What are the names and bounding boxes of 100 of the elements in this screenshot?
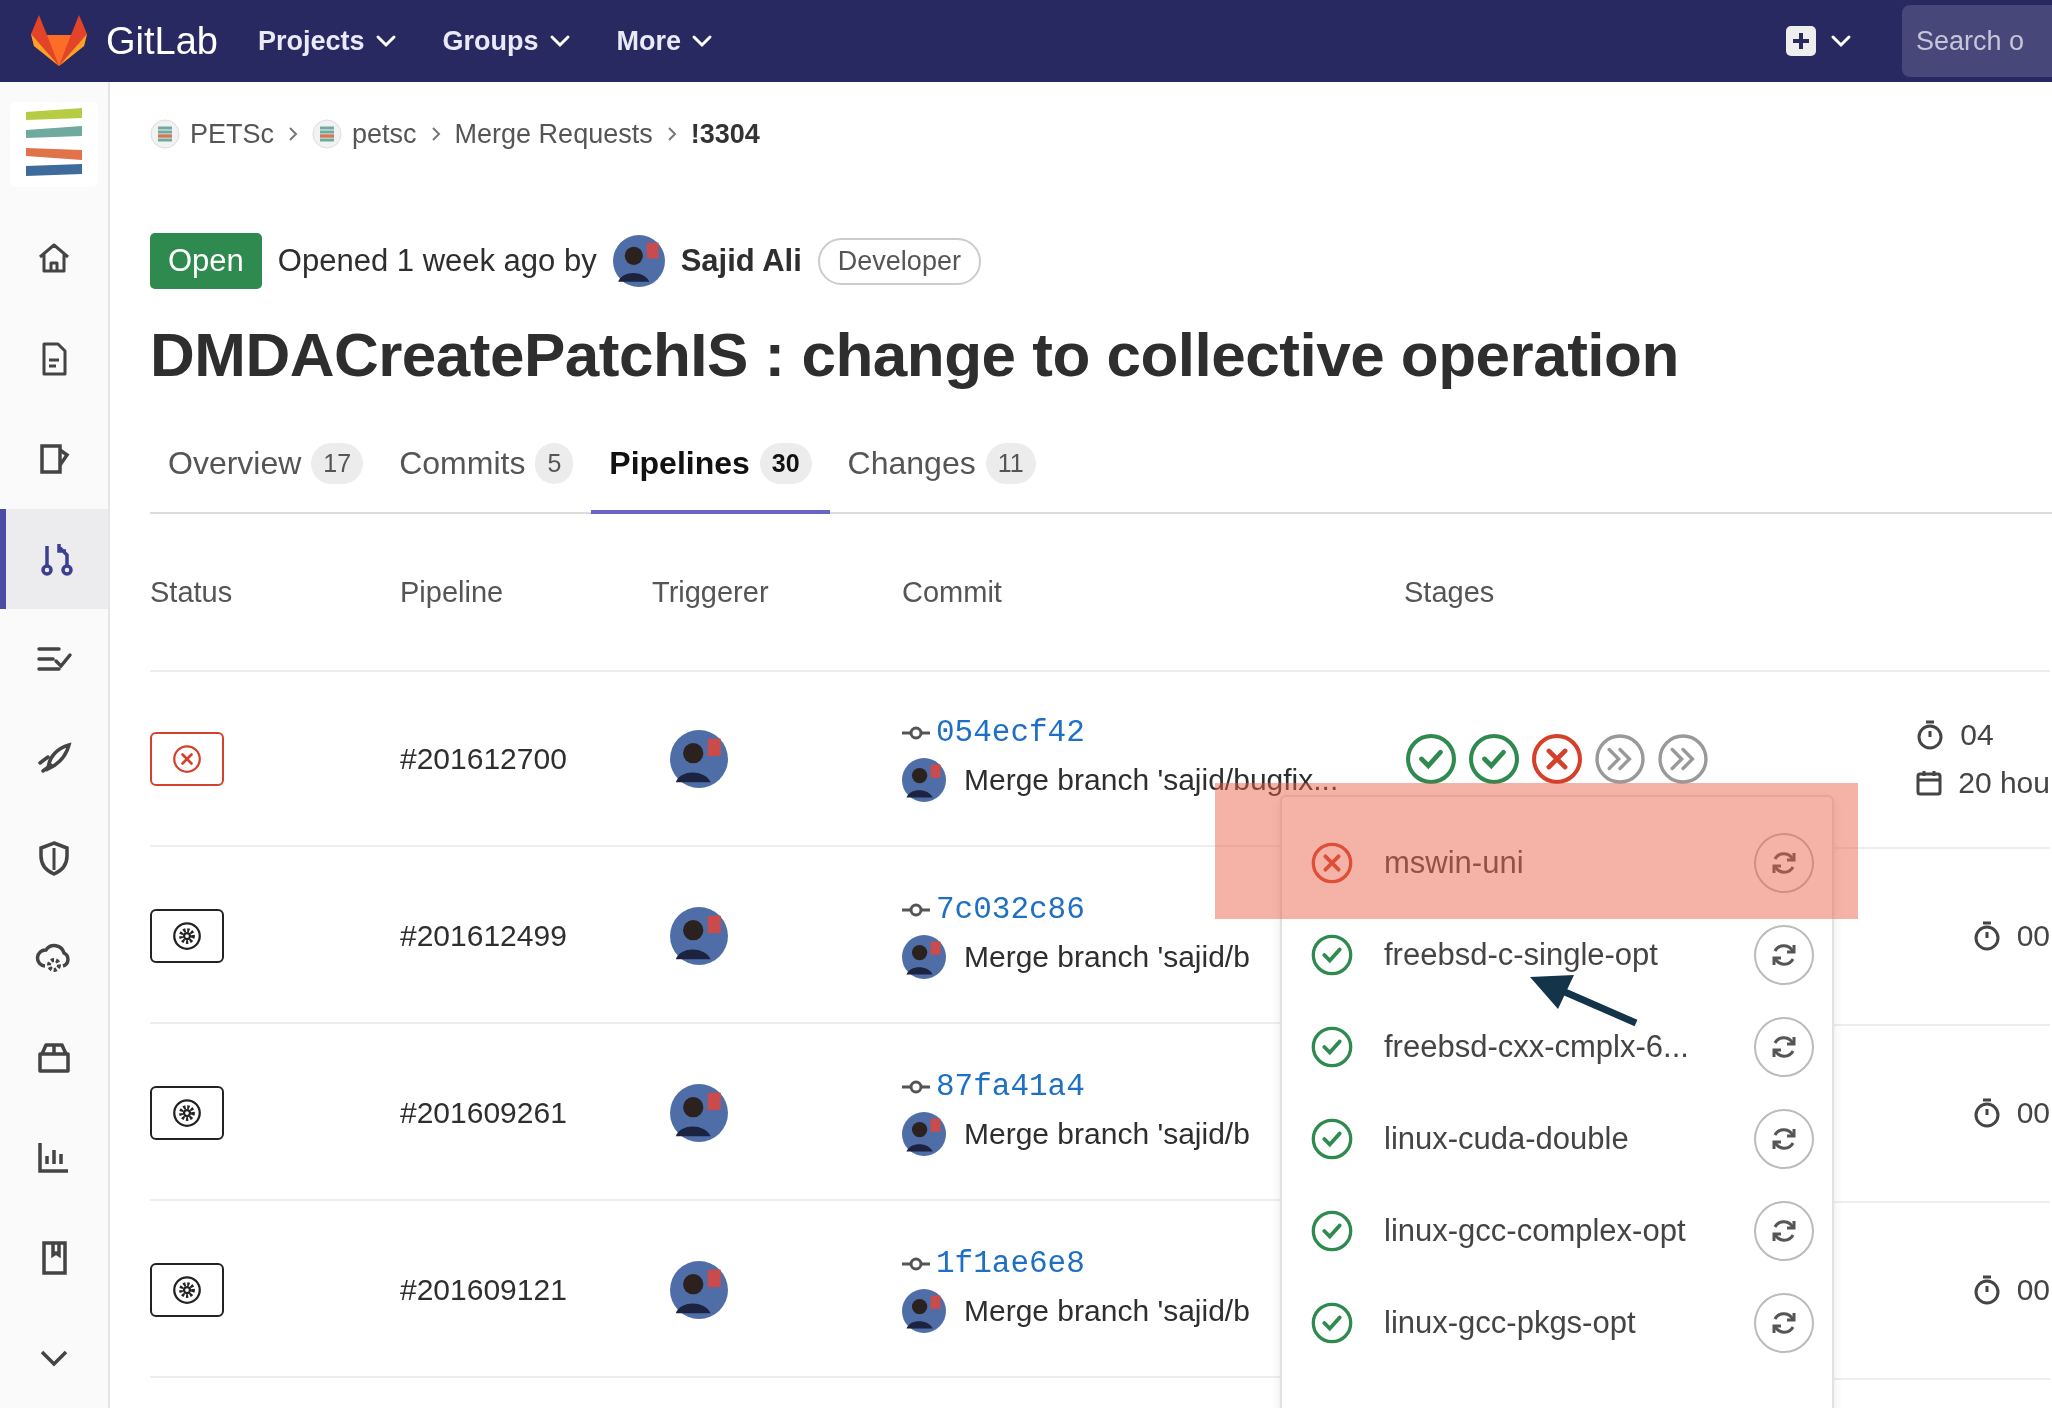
count-badge: 11 [985,443,1036,484]
gear-circle-icon [172,1274,202,1305]
error-circle-icon [172,743,202,774]
avatar [902,1289,946,1333]
stopwatch-icon [1972,1274,2001,1305]
check-circle-icon [1404,731,1458,786]
error-circle-icon [1530,731,1584,786]
retry-icon[interactable] [1754,1017,1814,1077]
check-circle-icon [1310,1117,1354,1161]
commit-message[interactable]: Merge branch 'sajid/b [964,1294,1250,1328]
duration-text: 00 [2016,918,2050,953]
role-badge: Developer [817,237,981,285]
commit-sha-link[interactable]: 1f1ae6e8 [936,1246,1085,1281]
check-circle-icon [1310,1209,1354,1253]
count-badge: 30 [759,443,812,484]
commit-icon [902,902,930,917]
breadcrumb-link[interactable]: petsc [352,118,417,150]
duration-text: 00 [2016,1095,2050,1130]
fox-logo-icon[interactable] [30,14,88,68]
column-header: Status [150,575,233,609]
breadcrumb-link[interactable]: !3304 [690,118,760,150]
pipeline-link[interactable]: #201609121 [400,1272,567,1307]
count-badge: 17 [311,443,364,484]
chevron-right-icon [430,126,441,142]
chevron-right-icon [666,126,677,142]
finished-time: 20 hou [1958,765,2050,800]
tab[interactable]: Commits 5 [381,423,592,514]
retry-icon[interactable] [1754,1201,1814,1261]
chevron-down-icon [691,34,714,48]
chevron-right-icon [288,126,299,142]
stopwatch-icon [1916,719,1945,750]
tab[interactable]: Changes 11 [829,423,1054,514]
avatar [902,1112,946,1156]
opened-text: Opened 1 week ago by [277,243,597,279]
retry-icon[interactable] [1754,925,1814,985]
plus-square-icon[interactable] [1786,26,1816,56]
check-circle-icon [1310,1301,1354,1345]
chevron-down-icon [1830,34,1852,48]
job-item[interactable]: freebsd-cxx-cmplx-6... [1282,1001,1832,1093]
duration-text: 04 [1960,717,1994,752]
check-circle-icon [1467,731,1521,786]
avatar [670,729,728,788]
check-circle-icon [1310,933,1354,977]
breadcrumb-link[interactable]: Merge Requests [454,118,653,150]
merge-request-title: DMDACreatePatchIS : change to collective operation [150,319,1680,390]
stopwatch-icon [1972,1097,2001,1128]
tab[interactable]: Pipelines 30 [591,423,830,514]
gear-circle-icon [172,920,202,951]
avatar [670,1260,728,1319]
retry-icon[interactable] [1754,1293,1814,1353]
search-field[interactable]: Search o [1902,5,2052,77]
chevron-down-icon [548,34,571,48]
status-button[interactable] [150,1262,224,1317]
nav-menu[interactable]: Groups [442,25,571,57]
commit-sha-link[interactable]: 87fa41a4 [936,1069,1085,1104]
commit-sha-link[interactable]: 054ecf42 [936,715,1085,750]
column-header: Triggerer [652,575,769,609]
chevron-down-icon [374,34,397,48]
nav-menu[interactable]: More [616,25,714,57]
commit-icon [902,725,930,740]
nav-menu[interactable]: Projects [257,25,397,57]
avatar [670,1083,728,1142]
column-header: Commit [902,575,1002,609]
commit-icon [902,1256,930,1271]
gear-circle-icon [172,1097,202,1128]
author-name[interactable]: Sajid Ali [680,243,802,279]
error-circle-icon [1310,841,1354,885]
project-avatar[interactable] [10,102,98,187]
avatar [902,935,946,979]
breadcrumb-link[interactable]: PETSc [190,118,275,150]
column-header: Pipeline [400,575,504,609]
avatar [902,758,946,802]
brand-name[interactable]: GitLab [106,19,218,63]
status-button[interactable] [150,908,224,963]
skip-circle-icon [1593,731,1647,786]
commit-message[interactable]: Merge branch 'sajid/b [964,1117,1250,1151]
retry-icon[interactable] [1754,1109,1814,1169]
pipeline-link[interactable]: #201609261 [400,1095,567,1130]
commit-sha-link[interactable]: 7c032c86 [936,892,1085,927]
pipeline-link[interactable]: #201612700 [400,741,567,776]
duration-text: 00 [2016,1272,2050,1307]
calendar-icon [1916,769,1943,796]
job-item[interactable]: linux-gcc-complex-opt [1282,1185,1832,1277]
avatar [612,235,665,287]
count-badge: 5 [535,443,574,484]
status-badge: Open [150,233,262,289]
skip-circle-icon [1656,731,1710,786]
tab[interactable]: Overview 17 [150,423,382,514]
sidebar-item[interactable] [0,508,108,609]
commit-message[interactable]: Merge branch 'sajid/bugfix... [964,763,1339,797]
avatar [670,906,728,965]
commit-message[interactable]: Merge branch 'sajid/b [964,940,1250,974]
status-button[interactable] [150,1085,224,1140]
check-circle-icon [1310,1025,1354,1069]
job-item[interactable]: linux-cuda-double [1282,1093,1832,1185]
stopwatch-icon [1972,920,2001,951]
pipeline-link[interactable]: #201612499 [400,918,567,953]
job-item[interactable]: linux-gcc-pkgs-opt [1282,1277,1832,1369]
column-header: Stages [1404,575,1495,609]
commit-icon [902,1079,930,1094]
